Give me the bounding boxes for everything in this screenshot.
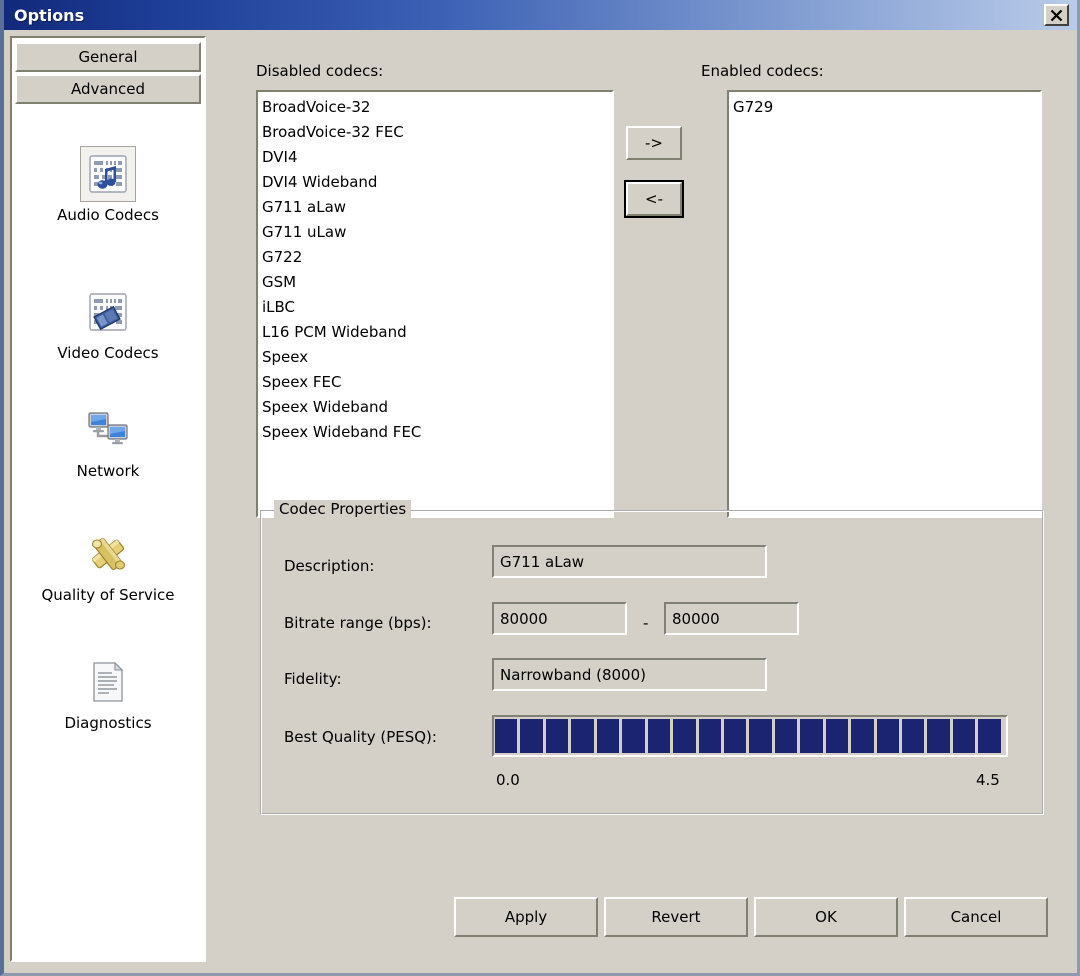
disabled-codecs-listbox[interactable]: BroadVoice-32 BroadVoice-32 FEC DVI4 DVI4 W…	[256, 90, 614, 518]
titlebar: Options	[4, 0, 1077, 30]
enabled-codecs-label: Enabled codecs:	[701, 62, 824, 80]
bitrate-max-field[interactable]: 80000	[664, 602, 799, 635]
main-content: Disabled codecs: BroadVoice-32 BroadVoice…	[214, 36, 1077, 973]
pesq-segment	[927, 719, 950, 753]
pesq-segment	[902, 719, 925, 753]
pesq-segment	[571, 719, 594, 753]
move-right-label: ->	[645, 134, 663, 152]
network-icon	[80, 402, 136, 458]
close-icon[interactable]	[1044, 4, 1069, 26]
description-label: Description:	[284, 557, 375, 575]
revert-button-label: Revert	[651, 908, 701, 926]
sidebar-item-video-codecs-label: Video Codecs	[57, 344, 159, 362]
quality-of-service-icon	[80, 526, 136, 582]
video-codecs-glyph	[89, 293, 127, 331]
apply-button-label: Apply	[504, 908, 548, 926]
revert-button[interactable]: Revert	[604, 897, 748, 937]
diagnostics-icon	[80, 654, 136, 710]
disabled-codec-list-item[interactable]: Speex Wideband	[258, 395, 612, 420]
disabled-codec-list-item[interactable]: Speex	[258, 345, 612, 370]
disabled-codec-list-item[interactable]: G722	[258, 245, 612, 270]
ok-button[interactable]: OK	[754, 897, 898, 937]
sidebar-item-audio-codecs[interactable]: Audio Codecs	[15, 146, 201, 224]
disabled-codec-list-item[interactable]: G711 aLaw	[258, 195, 612, 220]
sidebar-item-diagnostics-label: Diagnostics	[64, 714, 152, 732]
pesq-segment	[596, 719, 620, 753]
pesq-segment	[545, 719, 569, 753]
bitrate-min-field[interactable]: 80000	[492, 602, 627, 635]
tab-general[interactable]: General	[15, 42, 201, 72]
tab-general-label: General	[78, 48, 138, 66]
close-glyph	[1050, 9, 1063, 21]
enabled-codec-list-item[interactable]: G729	[729, 95, 1040, 120]
apply-button[interactable]: Apply	[454, 897, 598, 937]
audio-codecs-icon	[80, 146, 136, 202]
disabled-codecs-label: Disabled codecs:	[256, 62, 384, 80]
pesq-segment	[952, 719, 976, 753]
sidebar-item-network-label: Network	[76, 462, 140, 480]
disabled-codec-list-item[interactable]: L16 PCM Wideband	[258, 320, 612, 345]
move-left-label: <-	[645, 190, 663, 208]
disabled-codec-list-item[interactable]: DVI4 Wideband	[258, 170, 612, 195]
window-title: Options	[14, 5, 85, 25]
diagnostics-glyph	[93, 661, 124, 702]
disabled-codec-list-item[interactable]: GSM	[258, 270, 612, 295]
pesq-segment	[622, 719, 645, 753]
sidebar-item-quality-of-service[interactable]: Quality of Service	[15, 526, 201, 604]
video-codecs-icon	[80, 284, 136, 340]
network-glyph	[88, 412, 128, 445]
pesq-segment	[647, 719, 671, 753]
pesq-segment	[723, 719, 747, 753]
sidebar-item-network[interactable]: Network	[15, 402, 201, 480]
move-right-button[interactable]: ->	[626, 126, 682, 160]
pesq-segment	[495, 719, 518, 753]
fidelity-label: Fidelity:	[284, 670, 342, 688]
description-field[interactable]: G711 aLaw	[492, 545, 767, 578]
pesq-segment	[876, 719, 899, 753]
sidebar-item-video-codecs[interactable]: Video Codecs	[15, 284, 201, 362]
audio-codecs-glyph	[89, 155, 127, 193]
disabled-codec-list-item[interactable]: BroadVoice-32 FEC	[258, 120, 612, 145]
sidebar-item-audio-codecs-label: Audio Codecs	[57, 206, 159, 224]
pesq-segment	[774, 719, 798, 753]
bitrate-range-label: Bitrate range (bps):	[284, 614, 432, 632]
pesq-scale-max: 4.5	[976, 771, 1000, 789]
enabled-codecs-listbox[interactable]: G729	[727, 90, 1042, 518]
disabled-codec-list-item[interactable]: BroadVoice-32	[258, 95, 612, 120]
disabled-codec-list-item[interactable]: G711 uLaw	[258, 220, 612, 245]
sidebar-item-diagnostics[interactable]: Diagnostics	[15, 654, 201, 732]
sidebar: General Advanced Audio Codecs Video Code…	[10, 36, 206, 962]
disabled-codec-list-item[interactable]: Speex FEC	[258, 370, 612, 395]
disabled-codec-list-item[interactable]: Speex Wideband FEC	[258, 420, 612, 445]
cancel-button[interactable]: Cancel	[904, 897, 1048, 937]
pesq-segment	[520, 719, 543, 753]
pesq-segment	[851, 719, 874, 753]
move-left-button[interactable]: <-	[624, 180, 684, 218]
sidebar-item-quality-of-service-label: Quality of Service	[41, 586, 175, 604]
bitrate-range-separator: -	[643, 614, 649, 632]
pesq-segment	[749, 719, 772, 753]
pesq-segment	[673, 719, 696, 753]
pesq-segment	[825, 719, 849, 753]
pesq-segment	[698, 719, 721, 753]
fidelity-field[interactable]: Narrowband (8000)	[492, 658, 767, 691]
codec-properties-legend: Codec Properties	[274, 500, 412, 518]
pesq-segment	[978, 719, 1001, 753]
pesq-scale-min: 0.0	[496, 771, 520, 789]
tab-advanced-label: Advanced	[70, 80, 146, 98]
pesq-segment	[800, 719, 823, 753]
quality-of-service-glyph	[91, 537, 126, 571]
tab-advanced[interactable]: Advanced	[15, 74, 201, 104]
disabled-codec-list-item[interactable]: iLBC	[258, 295, 612, 320]
best-quality-pesq-label: Best Quality (PESQ):	[284, 728, 437, 746]
pesq-progress-bar	[492, 715, 1008, 757]
disabled-codec-list-item[interactable]: DVI4	[258, 145, 612, 170]
options-dialog-window: Options General Advanced Audio Codecs Vi…	[0, 0, 1080, 976]
ok-button-label: OK	[815, 908, 837, 926]
cancel-button-label: Cancel	[950, 908, 1002, 926]
